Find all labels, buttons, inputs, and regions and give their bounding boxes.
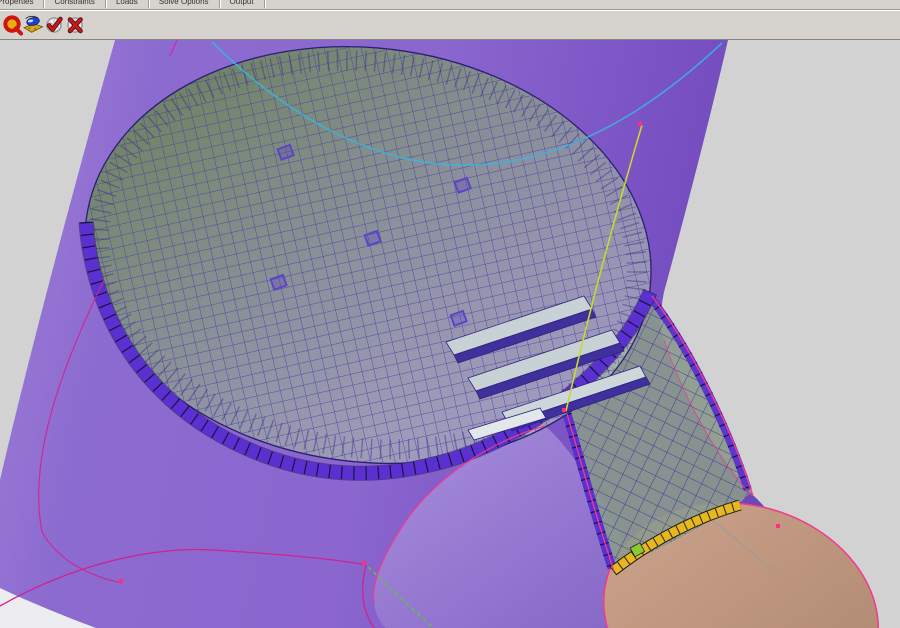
accept-check-glyph [46,16,63,33]
toolbar-buttons [0,10,900,39]
magnifier-q-icon[interactable] [2,13,23,38]
mouse-icon[interactable] [23,13,44,38]
menu-tab-strip: Properties Constraints Loads Solve Optio… [0,0,900,10]
cancel-x-icon[interactable] [65,13,86,38]
model-viewport[interactable] [0,40,900,628]
tab-loads[interactable]: Loads [106,0,149,8]
model-3d-view [0,40,900,628]
tab-solve-options[interactable]: Solve Options [149,0,220,8]
tab-output[interactable]: Output [220,0,265,8]
magnifier-q-glyph [3,15,23,36]
tab-constraints[interactable]: Constraints [44,0,106,8]
accept-check-icon[interactable] [44,13,65,38]
mouse-glyph [23,15,44,33]
tab-properties[interactable]: Properties [0,0,45,8]
toolbar: Properties Constraints Loads Solve Optio… [0,0,900,43]
cancel-x-glyph [67,17,83,34]
